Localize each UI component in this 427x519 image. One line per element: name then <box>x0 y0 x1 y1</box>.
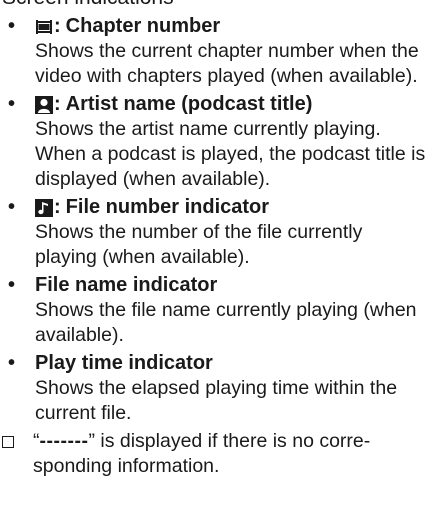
item-description: Shows the file name currently playing (w… <box>35 299 417 346</box>
item-title-row: : Artist name (podcast title) <box>35 92 427 117</box>
list-item-play-time: • Play time indicator Shows the elapsed … <box>0 351 427 426</box>
item-description: Shows the elapsed playing time within th… <box>35 377 398 424</box>
item-description: Shows the number of the file currently p… <box>35 221 363 268</box>
colon: : <box>54 196 61 218</box>
item-title-row: : Chapter number <box>35 14 427 39</box>
checkbox-square-icon <box>2 436 14 448</box>
item-title: Chapter number <box>65 15 221 37</box>
item-title: Play time indicator <box>35 352 213 374</box>
chapter-icon <box>36 19 52 34</box>
music-note-icon <box>35 198 53 217</box>
item-title-row: Play time indicator <box>35 351 427 376</box>
item-description: Shows the artist name currently playing.… <box>35 118 426 190</box>
colon: : <box>54 15 61 37</box>
bullet: • <box>8 196 16 218</box>
placeholder-dashes: ------- <box>39 430 89 452</box>
item-title-row: File name indicator <box>35 273 427 298</box>
colon: : <box>54 93 61 115</box>
bullet: • <box>8 352 16 374</box>
item-description: Shows the current chapter number when th… <box>35 40 419 87</box>
bullet: • <box>8 15 16 37</box>
list-item-file-number: • : File number indicator Shows the numb… <box>0 195 427 270</box>
note-text: “-------” is displayed if there is no co… <box>33 429 427 479</box>
indicator-list: • : Chapter number Shows the current cha… <box>0 14 427 479</box>
bullet: • <box>8 274 16 296</box>
item-title-row: : File number indicator <box>35 195 427 220</box>
item-title: Artist name (podcast title) <box>65 93 313 115</box>
item-title: File name indicator <box>35 274 218 296</box>
artist-icon <box>35 95 53 114</box>
item-title: File number indicator <box>65 196 270 218</box>
note-item: “-------” is displayed if there is no co… <box>0 429 427 479</box>
list-item-file-name: • File name indicator Shows the file nam… <box>0 273 427 348</box>
list-item-artist-name: • : Artist name (podcast title) Shows th… <box>0 92 427 192</box>
bullet: • <box>8 93 16 115</box>
list-item-chapter-number: • : Chapter number Shows the current cha… <box>0 14 427 89</box>
cut-off-heading: Screen indications <box>2 0 174 11</box>
